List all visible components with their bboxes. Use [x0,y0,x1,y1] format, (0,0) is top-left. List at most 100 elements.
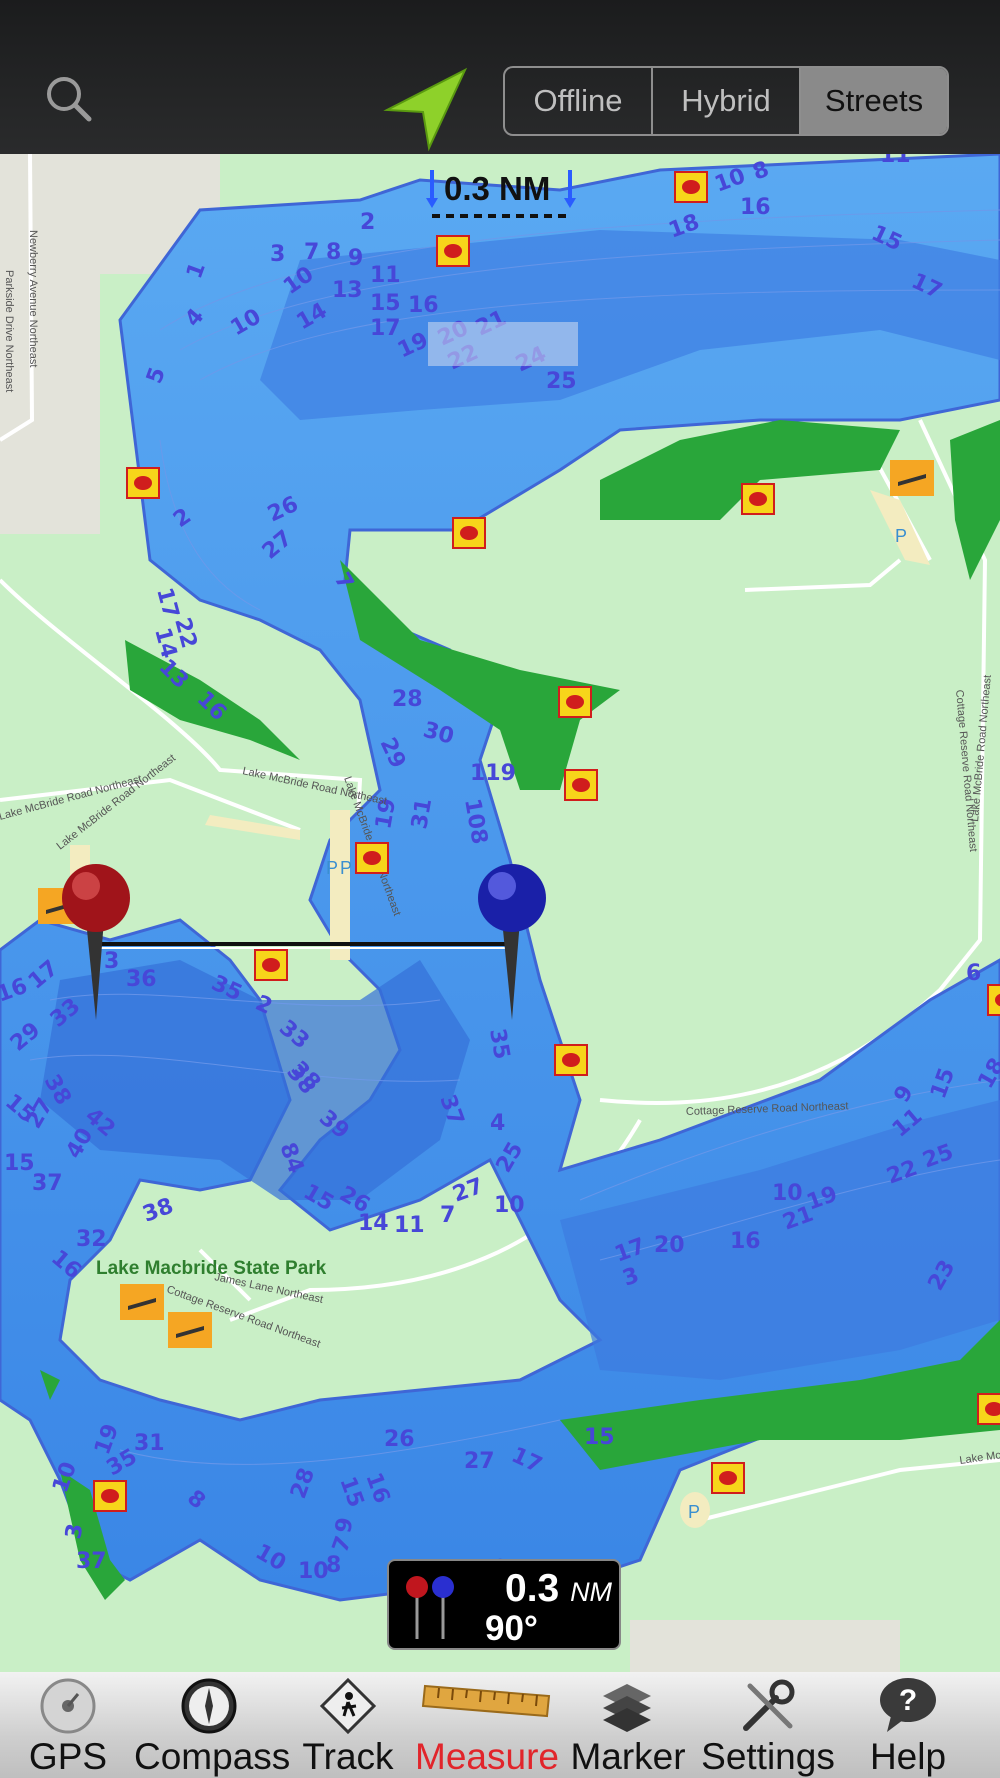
depth-sounding: 8 [326,240,341,265]
map-canvas: 2 3 7 8 9 11 10 13 15 16 1 4 10 14 17 19… [0,154,1000,1672]
park-label: Lake Macbride State Park [96,1258,327,1279]
depth-sounding: 6 [966,961,981,986]
depth-sounding: 37 [76,1549,107,1574]
lake-depth-map[interactable]: 2 3 7 8 9 11 10 13 15 16 1 4 10 14 17 19… [0,154,1000,1672]
depth-sounding: 2 [360,210,375,235]
tab-measure[interactable]: Measure [414,1672,560,1778]
tab-compass[interactable]: Compass [134,1672,291,1778]
depth-sounding: 16 [730,1229,761,1254]
depth-sounding: 10 [494,1193,525,1218]
tab-settings[interactable]: Settings [696,1672,840,1778]
fish-spot-icon[interactable] [452,517,486,549]
scale-label: 0.3 NM [444,170,551,207]
tab-label: Help [869,1736,947,1777]
parking-label: P [688,1502,700,1522]
pins-icon [406,1576,454,1639]
distance-value: 0.3 NM [505,1567,612,1611]
navigation-arrow-icon[interactable] [383,66,469,152]
distance-number: 0.3 [505,1567,560,1610]
depth-sounding: 13 [332,278,363,303]
svg-text:?: ? [899,1684,917,1717]
depth-sounding: 36 [126,967,157,992]
segment-offline[interactable]: Offline [505,68,653,134]
fish-spot-icon[interactable] [564,769,598,801]
tab-track[interactable]: Track [296,1672,400,1778]
depth-sounding: 7 [440,1203,455,1228]
depth-sounding: 35 [484,1027,514,1062]
depth-sounding: 4 [490,1111,505,1136]
tab-label: Settings [701,1736,835,1777]
fish-spot-icon[interactable] [126,467,160,499]
boat-ramp-icon[interactable] [120,1284,164,1320]
fish-spot-icon[interactable] [355,842,389,874]
settings-icon [743,1679,795,1731]
parking-label: P [326,858,338,878]
fish-spot-icon[interactable] [436,235,470,267]
depth-sounding: 119 [470,761,516,786]
urban-area [630,1620,900,1672]
depth-sounding: 15 [4,1151,35,1176]
fish-spot-icon[interactable] [554,1044,588,1076]
depth-sounding: 11 [370,263,401,288]
ruler-icon [421,1684,551,1718]
boat-ramp-icon[interactable] [890,460,934,496]
depth-sounding: 28 [392,687,423,712]
depth-sounding: 15 [370,291,401,316]
distance-unit: NM [570,1577,613,1607]
depth-sounding: 10 [772,1181,803,1206]
fish-spot-icon[interactable] [711,1462,745,1494]
fish-spot-icon[interactable] [674,171,708,203]
tab-label: Measure [415,1736,559,1777]
bearing-value: 90° [485,1609,538,1648]
road-label: Newberry Avenue Northeast [27,230,39,367]
fish-spot-icon[interactable] [558,686,592,718]
tab-label: Marker [570,1736,686,1777]
boat-ramp-icon[interactable] [168,1312,212,1348]
tab-label: Track [302,1736,394,1777]
track-icon [319,1677,377,1735]
measurement-readout: 0.3 NM 90° [387,1559,621,1650]
tab-label: Compass [134,1736,291,1777]
help-icon: ? [880,1678,936,1732]
depth-sounding: 11 [394,1213,425,1238]
depth-sounding: 26 [384,1427,415,1452]
segment-hybrid[interactable]: Hybrid [653,68,801,134]
depth-sounding: 32 [76,1227,107,1252]
depth-sounding: 20 [654,1233,685,1258]
depth-sounding: 16 [408,293,439,318]
tab-help[interactable]: ? Help [858,1672,958,1778]
depth-sounding: 10 [298,1559,329,1584]
depth-sounding: 31 [134,1431,165,1456]
depth-sounding: 27 [464,1449,495,1474]
fish-spot-icon[interactable] [741,483,775,515]
segment-streets[interactable]: Streets [801,68,947,134]
depth-sounding: 7 [304,240,319,265]
road-label: Parkside Drive Northeast [3,270,15,392]
depth-sounding: 3 [104,949,119,974]
fish-spot-icon[interactable] [977,1393,1000,1425]
fish-spot-icon[interactable] [987,984,1000,1016]
gps-icon [40,1678,96,1734]
depth-sounding: 14 [358,1211,389,1236]
depth-sounding: 11 [880,154,911,168]
marker-icon [603,1684,651,1732]
depth-sounding: 16 [740,195,771,220]
tab-marker[interactable]: Marker [570,1672,686,1778]
bottom-tab-bar: GPS Compass Track Measure Marker Setting… [0,1672,1000,1778]
scale-bar [428,322,578,366]
depth-sounding: 9 [348,246,363,271]
parking-label: P [895,526,907,546]
depth-sounding: 25 [546,369,577,394]
map-type-selector: Offline Hybrid Streets [503,66,949,136]
fish-spot-icon[interactable] [254,949,288,981]
depth-sounding: 3 [270,242,285,267]
depth-sounding: 37 [32,1171,63,1196]
fish-spot-icon[interactable] [93,1480,127,1512]
depth-sounding: 17 [370,316,401,341]
tab-label: GPS [28,1736,108,1777]
tab-gps[interactable]: GPS [22,1672,114,1778]
depth-sounding: 31 [407,797,437,832]
parking-label: P [340,858,352,878]
depth-sounding: 15 [584,1425,615,1450]
search-icon[interactable] [44,74,94,124]
